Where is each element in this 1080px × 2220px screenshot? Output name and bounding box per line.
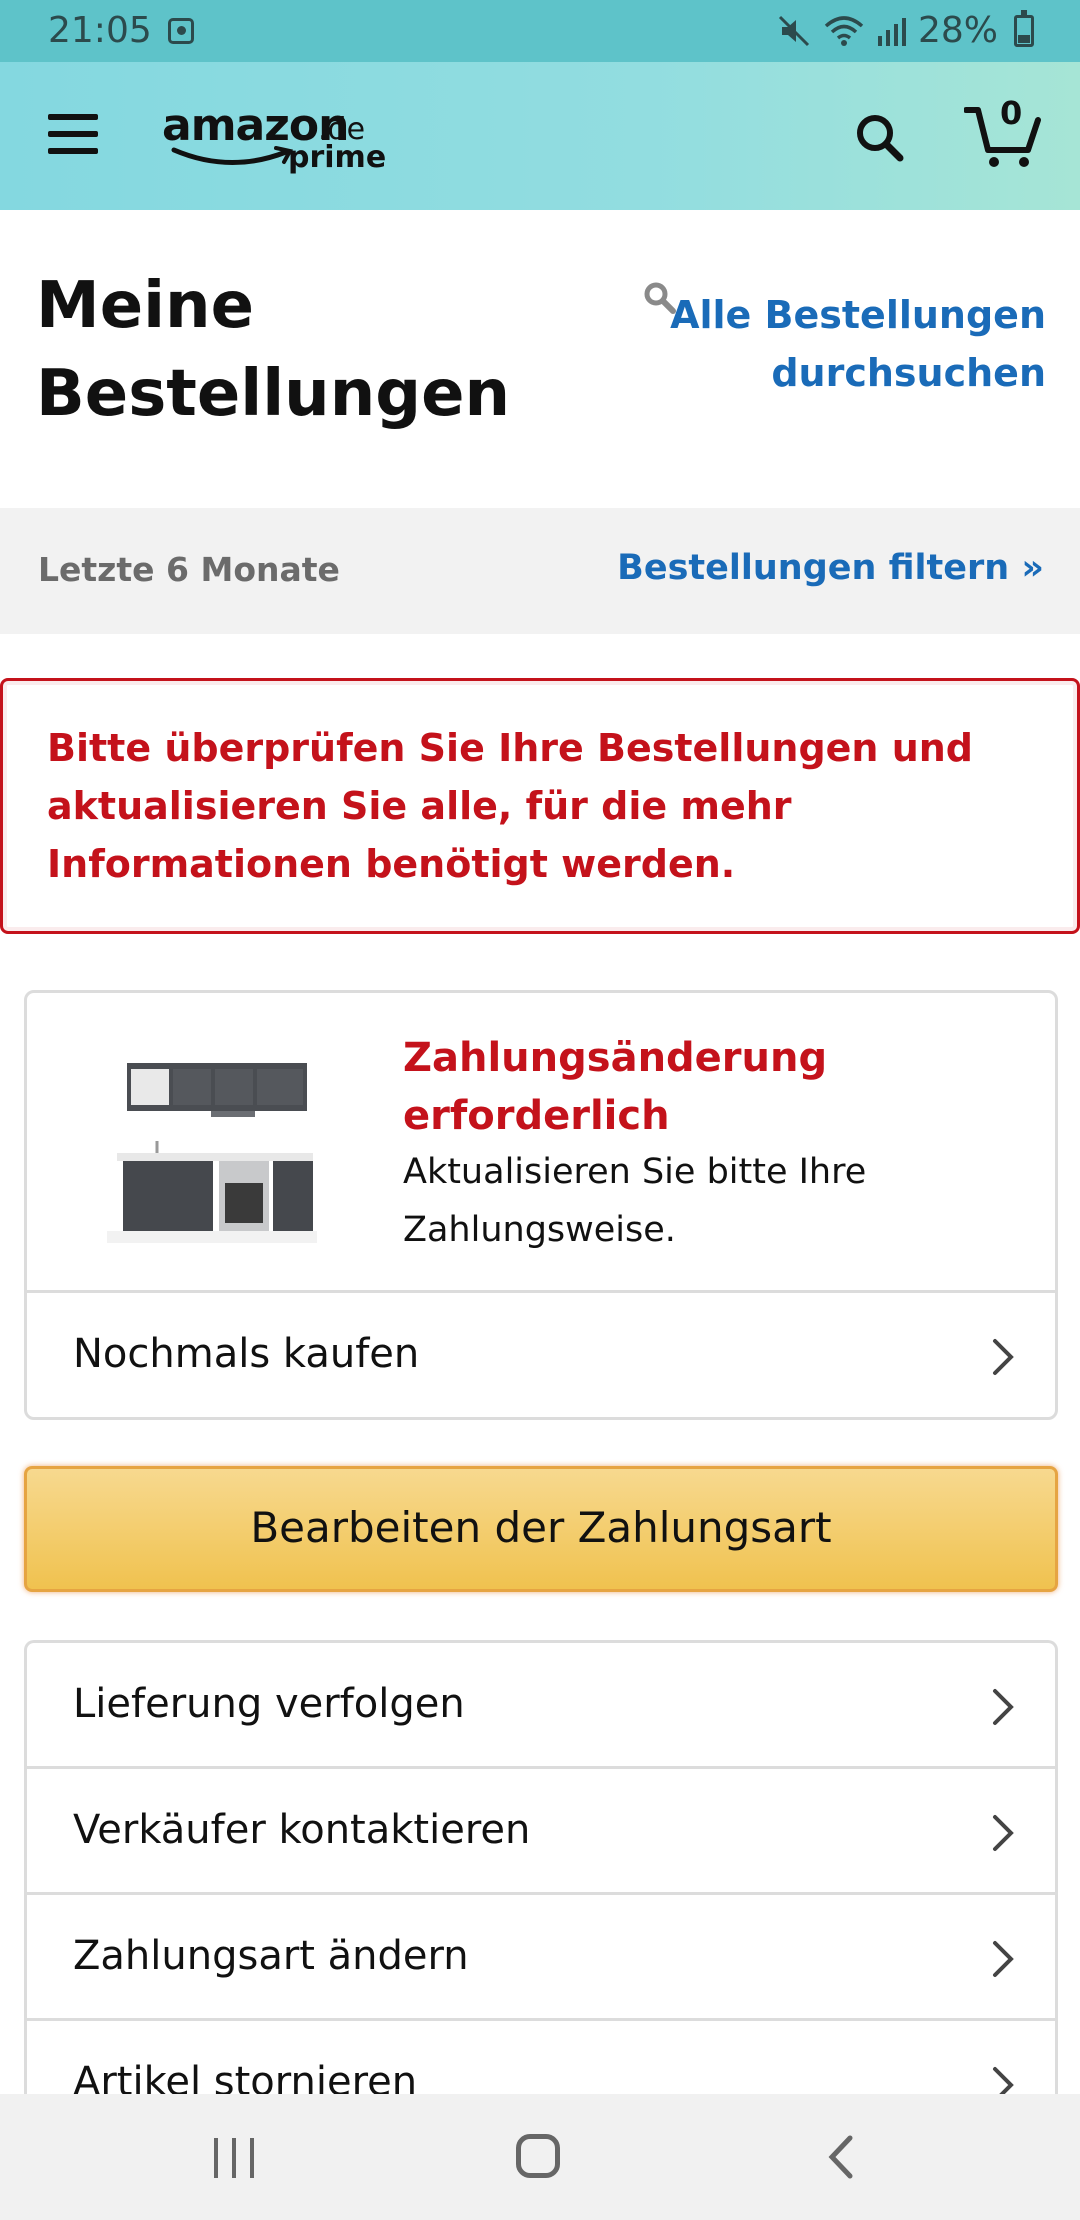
back-icon[interactable] [826, 2134, 856, 2180]
cart-icon[interactable]: 0 [963, 94, 1044, 172]
search-icon[interactable] [852, 110, 908, 166]
wifi-icon [824, 14, 864, 48]
status-right: 28% [776, 9, 1034, 51]
home-icon[interactable] [516, 2134, 560, 2178]
alert-message: Bitte überprüfen Sie Ihre Bestellungen u… [47, 726, 974, 886]
track-delivery-row[interactable]: Lieferung verfolgen [27, 1643, 1055, 1769]
status-time: 21:05 [48, 10, 152, 51]
battery-icon [1014, 9, 1034, 47]
alert-box: Bitte überprüfen Sie Ihre Bestellungen u… [0, 678, 1080, 934]
edit-payment-method-button[interactable]: Bearbeiten der Zahlungsart [24, 1466, 1058, 1592]
change-payment-row[interactable]: Zahlungsart ändern [27, 1895, 1055, 2021]
title-section: Meine Bestellungen Alle Bestellungen dur… [0, 210, 1080, 508]
order-summary[interactable]: Zahlungsänderung erforderlich Aktualisie… [27, 993, 1055, 1293]
product-image [107, 1063, 317, 1243]
mute-icon [776, 13, 812, 49]
contact-seller-label: Verkäufer kontaktieren [73, 1807, 531, 1853]
chevron-right-icon [993, 1815, 1014, 1851]
system-nav-bar [0, 2094, 1080, 2220]
filter-period: Letzte 6 Monate [38, 550, 340, 589]
order-status-description: Aktualisieren Sie bitte Ihre Zahlungswei… [403, 1152, 867, 1250]
status-bar: 21:05 28% [0, 0, 1080, 62]
chevron-right-icon [993, 1339, 1014, 1375]
logo-prime-text: prime [288, 140, 387, 175]
buy-again-row[interactable]: Nochmals kaufen [27, 1293, 1055, 1417]
order-actions-list: Lieferung verfolgen Verkäufer kontaktier… [24, 1640, 1058, 2100]
alarm-icon [168, 18, 194, 44]
edit-payment-method-label: Bearbeiten der Zahlungsart [250, 1503, 832, 1552]
cancel-items-row[interactable]: Artikel stornieren [27, 2021, 1055, 2100]
search-all-orders-link[interactable]: Alle Bestellungen durchsuchen [626, 286, 1046, 402]
amazon-prime-logo[interactable]: amazon .de prime [162, 100, 402, 180]
contact-seller-row[interactable]: Verkäufer kontaktieren [27, 1769, 1055, 1895]
track-delivery-label: Lieferung verfolgen [73, 1681, 465, 1727]
cart-count: 0 [1000, 94, 1023, 132]
change-payment-label: Zahlungsart ändern [73, 1933, 469, 1979]
order-status-title: Zahlungsänderung erforderlich [403, 1035, 828, 1139]
battery-percent: 28% [917, 10, 998, 51]
order-card: Zahlungsänderung erforderlich Aktualisie… [24, 990, 1058, 1420]
app-header: amazon .de prime 0 [0, 62, 1080, 210]
filter-orders-link[interactable]: Bestellungen filtern » [617, 548, 1044, 588]
chevron-right-icon [993, 1941, 1014, 1977]
filter-bar: Letzte 6 Monate Bestellungen filtern » [0, 508, 1080, 634]
chevron-right-icon [993, 1689, 1014, 1725]
menu-icon[interactable] [48, 114, 98, 154]
logo-smile-icon [171, 146, 294, 165]
recent-apps-icon[interactable] [214, 2138, 258, 2178]
page-title: Meine Bestellungen [36, 269, 511, 431]
signal-icon [876, 16, 906, 46]
buy-again-label: Nochmals kaufen [73, 1331, 420, 1377]
